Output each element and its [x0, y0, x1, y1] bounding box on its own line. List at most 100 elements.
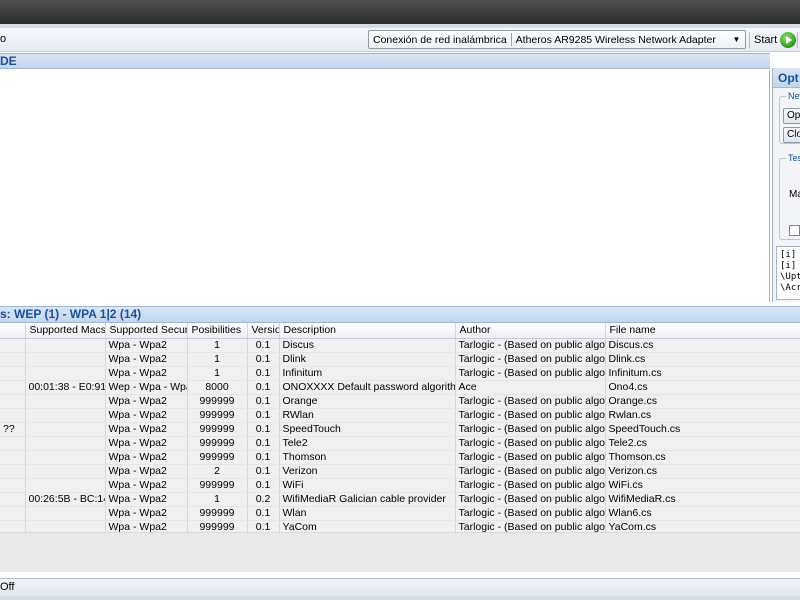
table-cell: Tarlogic - (Based on public algorithms): [455, 478, 606, 493]
column-header-file-name[interactable]: File name: [605, 323, 800, 339]
table-row[interactable]: Wpa - Wpa2 1 0.1 Dlink Tarlogic - (Based on …: [0, 352, 800, 367]
main-panel-title: DE: [0, 54, 17, 68]
table-cell: Wpa - Wpa2: [105, 436, 188, 451]
table-cell: 00:26:5B - BC:14:01: [25, 492, 106, 507]
table-cell: Dlink: [279, 352, 456, 367]
table-cell: 2: [187, 464, 248, 479]
table-cell: [25, 478, 106, 493]
table-cell: Discus.cs: [605, 338, 800, 353]
table-row[interactable]: Wpa - Wpa2 999999 0.1 Orange Tarlogic - (Bas…: [0, 394, 800, 409]
table-cell: Orange.cs: [605, 394, 800, 409]
mac-label: Mac: [789, 189, 800, 200]
table-row[interactable]: Wpa - Wpa2 2 0.1 Verizon Tarlogic - (Based o…: [0, 464, 800, 479]
column-header-supported-security[interactable]: Supported Security: [105, 323, 188, 339]
table-cell: 999999: [187, 506, 248, 521]
table-cell: 999999: [187, 436, 248, 451]
table-cell: Infinitum.cs: [605, 366, 800, 381]
toolbar-divider: [749, 32, 750, 48]
table-cell: 999999: [187, 422, 248, 437]
table-cell: WiFi.cs: [605, 478, 800, 493]
table-cell: [0, 352, 26, 367]
table-cell: 0.1: [247, 478, 280, 493]
table-cell: Verizon.cs: [605, 464, 800, 479]
table-cell: 0.1: [247, 422, 280, 437]
table-row[interactable]: 00:01:38 - E0:91:53Wep - Wpa - Wpa280000…: [0, 380, 800, 395]
column-header[interactable]: [0, 323, 26, 339]
options-group-new: New Ope Clo: [779, 91, 800, 144]
column-header-posibilities[interactable]: Posibilities: [187, 323, 248, 339]
open-button[interactable]: Ope: [783, 108, 800, 124]
table-cell: 0.1: [247, 464, 280, 479]
table-cell: Discus: [279, 338, 456, 353]
start-button[interactable]: Start: [754, 31, 797, 49]
table-cell: Wpa - Wpa2: [105, 478, 188, 493]
table-cell: SpeedTouch: [279, 422, 456, 437]
table-cell: Tarlogic - (Based on public algorithms): [455, 450, 606, 465]
chevron-down-icon[interactable]: ▼: [731, 34, 742, 45]
table-cell: [0, 506, 26, 521]
table-cell: [25, 464, 106, 479]
table-cell: [25, 352, 106, 367]
table-cell: [25, 366, 106, 381]
column-header-author[interactable]: Author: [455, 323, 606, 339]
table-cell: [0, 366, 26, 381]
table-cell: [25, 450, 106, 465]
table-cell: [0, 478, 26, 493]
main-panel-header: DE: [0, 53, 770, 69]
column-header-supported-macs[interactable]: Supported Macs: [25, 323, 106, 339]
toolbar-left-text: o: [0, 33, 7, 45]
table-row[interactable]: Wpa - Wpa2 1 0.1 Discus Tarlogic - (Based on…: [0, 338, 800, 353]
table-cell: Orange: [279, 394, 456, 409]
table-cell: [0, 338, 26, 353]
table-cell: [25, 338, 106, 353]
main-content-area[interactable]: [0, 70, 770, 302]
table-cell: [25, 408, 106, 423]
table-row[interactable]: Wpa - Wpa2 999999 0.1 Wlan Tarlogic - (Based…: [0, 506, 800, 521]
window-titlebar: [0, 0, 800, 26]
table-cell: Rwlan.cs: [605, 408, 800, 423]
options-panel-title: Opt: [773, 68, 800, 88]
table-cell: [25, 422, 106, 437]
table-cell: Tarlogic - (Based on public algorithms): [455, 408, 606, 423]
table-cell: Tele2.cs: [605, 436, 800, 451]
table-cell: Tarlogic - (Based on public algorithms): [455, 352, 606, 367]
column-header-version[interactable]: Version: [247, 323, 280, 339]
toolbar-divider-right: [797, 32, 798, 48]
table-body: Wpa - Wpa2 1 0.1 Discus Tarlogic - (Based on…: [0, 338, 800, 535]
table-cell: 0.1: [247, 436, 280, 451]
adapter-separator: [510, 33, 512, 46]
close-button[interactable]: Clo: [783, 127, 800, 143]
table-cell: 0.1: [247, 338, 280, 353]
table-cell: Tarlogic - (Based on public algorithms): [455, 464, 606, 479]
table-row[interactable]: Wpa - Wpa2 999999 0.1 Tele2 Tarlogic - (Base…: [0, 436, 800, 451]
option-checkbox[interactable]: [789, 225, 800, 236]
adapter-device-label: Atheros AR9285 Wireless Network Adapter: [515, 33, 716, 46]
table-row[interactable]: Wpa - Wpa2 1 0.1 Infinitum Tarlogic - (Based…: [0, 366, 800, 381]
table-cell: 999999: [187, 394, 248, 409]
table-cell: Wpa - Wpa2: [105, 506, 188, 521]
table-row[interactable]: ?? Wpa - Wpa2 999999 0.1 SpeedTouch Tarlogic …: [0, 422, 800, 437]
column-header-description[interactable]: Description: [279, 323, 456, 339]
table-cell: Wpa - Wpa2: [105, 408, 188, 423]
window-bottom-edge: [0, 596, 800, 600]
algorithms-panel-header: s: WEP (1) - WPA 1|2 (14): [0, 306, 800, 323]
log-output[interactable]: [i] [i] \Upt \Acr: [776, 246, 800, 300]
table-cell: WifiMediaR.cs: [605, 492, 800, 507]
table-row[interactable]: Wpa - Wpa2 999999 0.1 RWlan Tarlogic - (Base…: [0, 408, 800, 423]
table-cell: Tarlogic - (Based on public algorithms): [455, 422, 606, 437]
table-row[interactable]: 00:26:5B - BC:14:01Wpa - Wpa210.2WifiMed…: [0, 492, 800, 507]
table-cell: 0.1: [247, 352, 280, 367]
table-cell: [25, 394, 106, 409]
table-cell: [0, 450, 26, 465]
table-row[interactable]: Wpa - Wpa2 999999 0.1 Thomson Tarlogic - (Ba…: [0, 450, 800, 465]
table-row[interactable]: Wpa - Wpa2 999999 0.1 WiFi Tarlogic - (Based…: [0, 478, 800, 493]
table-empty-area: [0, 532, 800, 572]
network-adapter-select[interactable]: Conexión de red inalámbrica Atheros AR92…: [368, 30, 746, 49]
table-cell: [0, 436, 26, 451]
table-cell: Wpa - Wpa2: [105, 352, 188, 367]
table-cell: WifiMediaR Galician cable provider: [279, 492, 456, 507]
status-text: Off: [0, 581, 15, 593]
table-cell: [0, 380, 26, 395]
adapter-connection-label: Conexión de red inalámbrica: [373, 33, 507, 46]
table-cell: WiFi: [279, 478, 456, 493]
